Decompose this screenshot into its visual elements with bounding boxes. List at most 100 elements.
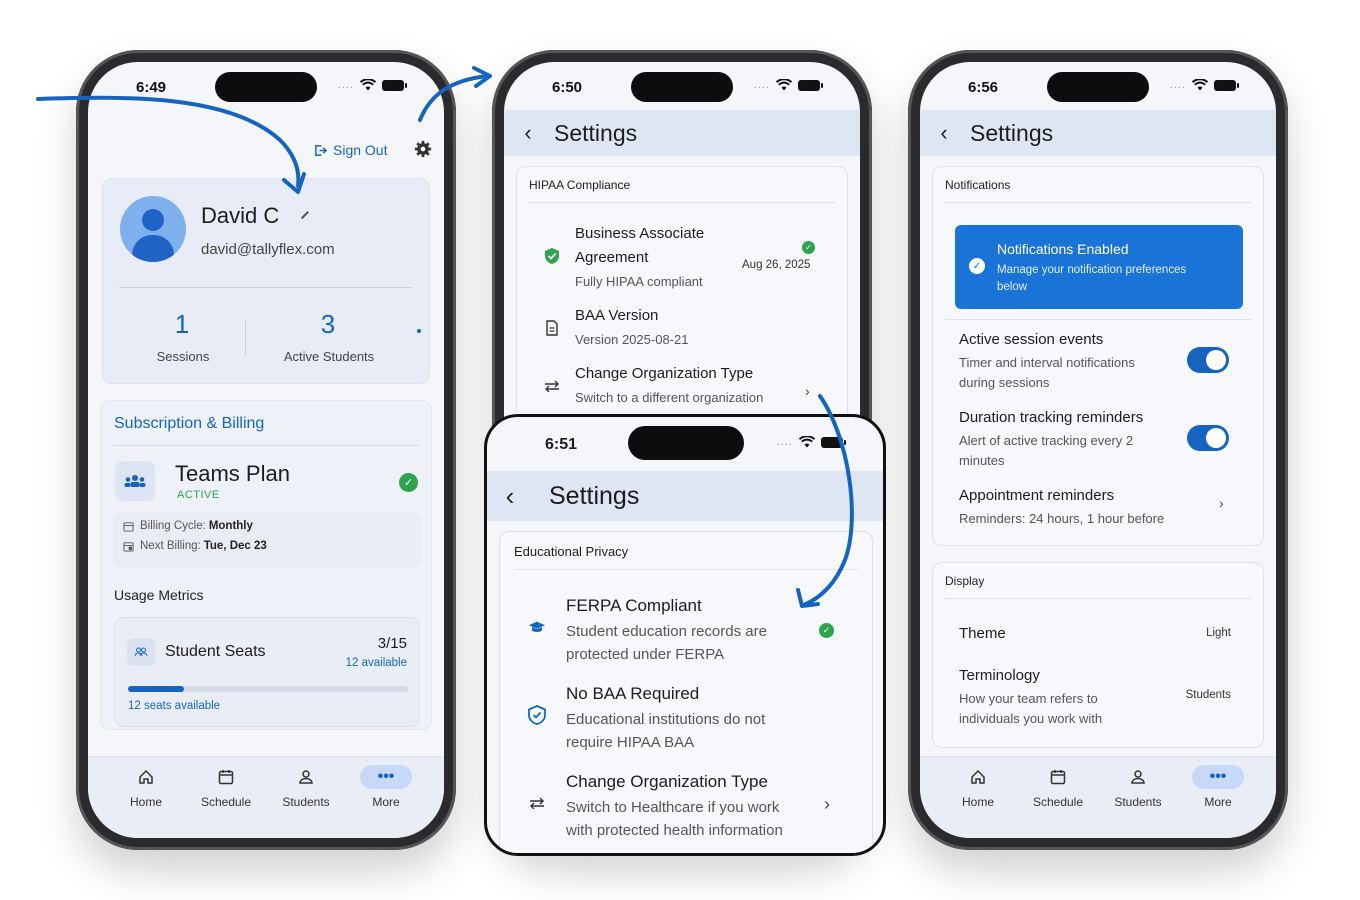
active-session-toggle[interactable] bbox=[1187, 347, 1229, 373]
nav-home-label: Home bbox=[129, 795, 162, 809]
document-icon bbox=[543, 319, 561, 337]
dynamic-island bbox=[215, 72, 317, 102]
bottom-nav: Home Schedule Students ••• More bbox=[920, 756, 1276, 838]
billing-cycle-row: Billing Cycle: Monthly bbox=[123, 520, 253, 532]
status-time: 6:49 bbox=[136, 79, 167, 96]
nav-home[interactable]: Home bbox=[106, 765, 186, 838]
arrow-to-settings-head bbox=[472, 66, 492, 88]
phone-ferpa: 6:51 .... ‹ Settings Educational Privacy… bbox=[484, 414, 886, 856]
wifi-icon bbox=[776, 79, 792, 91]
ferpa-card: Educational Privacy FERPA Compliant Stud… bbox=[499, 531, 873, 853]
divider bbox=[945, 319, 1251, 320]
stat-students-label: Active Students bbox=[283, 349, 375, 364]
baa-date: Aug 26, 2025 bbox=[742, 259, 811, 271]
change-org-sub-2: with protected health information bbox=[566, 822, 783, 839]
team-icon bbox=[124, 475, 146, 487]
change-org-sub-1: Switch to Healthcare if you work bbox=[566, 799, 780, 816]
no-baa-sub-1: Educational institutions do not bbox=[566, 711, 766, 728]
student-seats-card[interactable]: Student Seats 3/15 12 available 12 seats… bbox=[114, 617, 420, 727]
battery-icon bbox=[821, 436, 846, 448]
nav-more-label: More bbox=[372, 795, 400, 809]
seats-icon-box bbox=[127, 638, 155, 666]
back-chevron-icon[interactable]: ‹ bbox=[924, 120, 964, 146]
bottom-nav: Home Schedule Students ••• More bbox=[88, 756, 444, 838]
seats-progress-fill bbox=[128, 686, 184, 692]
calendar-clock-icon bbox=[123, 541, 134, 552]
page-title: Settings bbox=[970, 119, 1054, 146]
wifi-icon bbox=[1192, 79, 1208, 91]
nav-more-label: More bbox=[1204, 795, 1232, 809]
baa-subtitle: Fully HIPAA compliant bbox=[575, 274, 703, 289]
nav-students-label: Students bbox=[1114, 795, 1162, 809]
check-circle-icon: ✓ bbox=[399, 473, 418, 492]
sign-out-label: Sign Out bbox=[333, 142, 388, 158]
nav-students[interactable]: Students bbox=[266, 765, 346, 838]
signal-icon: .... bbox=[1169, 79, 1186, 91]
terminology-row[interactable]: Terminology How your team refers to indi… bbox=[933, 663, 1263, 733]
card-title: Notifications bbox=[945, 167, 1251, 203]
nav-home[interactable]: Home bbox=[938, 765, 1018, 838]
plan-name: Teams Plan bbox=[175, 461, 290, 486]
theme-value: Light bbox=[1206, 627, 1231, 639]
status-icons: .... bbox=[777, 436, 846, 448]
nav-more[interactable]: ••• More bbox=[346, 765, 426, 838]
change-org-title: Change Organization Type bbox=[566, 772, 768, 791]
battery-icon bbox=[1214, 79, 1239, 91]
home-icon bbox=[139, 769, 153, 784]
check-circle-icon: ✓ bbox=[819, 623, 834, 638]
app-bar: ‹ Settings bbox=[920, 110, 1276, 156]
next-billing-row: Next Billing: Tue, Dec 23 bbox=[123, 540, 267, 552]
change-org-row[interactable]: Change Organization Type Switch to a dif… bbox=[517, 363, 847, 413]
theme-row[interactable]: Theme Light bbox=[933, 621, 1263, 651]
sign-out-icon bbox=[315, 144, 327, 156]
stat-divider bbox=[245, 321, 246, 355]
appointment-row[interactable]: Appointment reminders Reminders: 24 hour… bbox=[933, 483, 1263, 533]
active-session-row: Active session events Timer and interval… bbox=[933, 327, 1263, 393]
terminology-sub-2: individuals you work with bbox=[959, 711, 1103, 726]
nav-more[interactable]: ••• More bbox=[1178, 765, 1258, 838]
app-bar: ‹ Settings bbox=[504, 110, 860, 156]
back-chevron-icon[interactable]: ‹ bbox=[487, 481, 533, 512]
active-session-sub-2: during sessions bbox=[959, 375, 1050, 390]
stat-students-value: 3 bbox=[320, 309, 336, 339]
sign-out-button[interactable]: Sign Out bbox=[314, 142, 387, 158]
usage-metrics-title: Usage Metrics bbox=[114, 587, 204, 603]
nav-schedule[interactable]: Schedule bbox=[186, 765, 266, 838]
plan-icon-box bbox=[115, 461, 155, 501]
seats-progress-track bbox=[128, 686, 408, 692]
baa-version-row: BAA Version Version 2025-08-21 bbox=[517, 305, 847, 355]
person-icon bbox=[299, 770, 313, 784]
seats-count: 3/15 bbox=[377, 635, 407, 652]
nav-students-label: Students bbox=[282, 795, 330, 809]
avatar[interactable] bbox=[120, 196, 186, 262]
status-icons: .... bbox=[338, 79, 407, 91]
more-dots-icon: ••• bbox=[1192, 765, 1244, 789]
app-bar: ‹ Settings bbox=[487, 471, 883, 521]
notifications-enabled-banner[interactable]: ✓ Notifications Enabled Manage your noti… bbox=[955, 225, 1243, 309]
duration-toggle[interactable] bbox=[1187, 425, 1229, 451]
graduation-cap-icon bbox=[528, 618, 546, 636]
billing-box: Billing Cycle: Monthly Next Billing: Tue… bbox=[113, 513, 421, 567]
seats-available: 12 available bbox=[345, 657, 407, 669]
plan-status-badge: ACTIVE bbox=[177, 489, 220, 501]
nav-home-label: Home bbox=[961, 795, 994, 809]
nav-schedule[interactable]: Schedule bbox=[1018, 765, 1098, 838]
page-title: Settings bbox=[554, 119, 638, 146]
edit-pencil-icon[interactable] bbox=[299, 209, 311, 221]
ferpa-sub-1: Student education records are bbox=[566, 623, 767, 640]
person-icon bbox=[1131, 770, 1145, 784]
nav-students[interactable]: Students bbox=[1098, 765, 1178, 838]
display-card: Display Theme Light Terminology How your… bbox=[932, 562, 1264, 748]
home-icon bbox=[971, 769, 985, 784]
no-baa-title: No BAA Required bbox=[566, 684, 700, 703]
change-org-row[interactable]: Change Organization Type Switch to Healt… bbox=[500, 770, 872, 842]
status-icons: .... bbox=[1169, 79, 1239, 91]
active-session-sub-1: Timer and interval notifications bbox=[959, 355, 1135, 370]
duration-sub-1: Alert of active tracking every 2 bbox=[959, 433, 1134, 448]
appointment-sub: Reminders: 24 hours, 1 hour before bbox=[959, 511, 1165, 526]
back-chevron-icon[interactable]: ‹ bbox=[508, 120, 548, 146]
check-circle-icon: ✓ bbox=[969, 258, 985, 274]
phone-profile: 6:49 .... Sign Out David C david@tallyfl… bbox=[76, 50, 456, 850]
gear-icon[interactable] bbox=[414, 140, 432, 158]
subscription-title: Subscription & Billing bbox=[114, 415, 265, 432]
